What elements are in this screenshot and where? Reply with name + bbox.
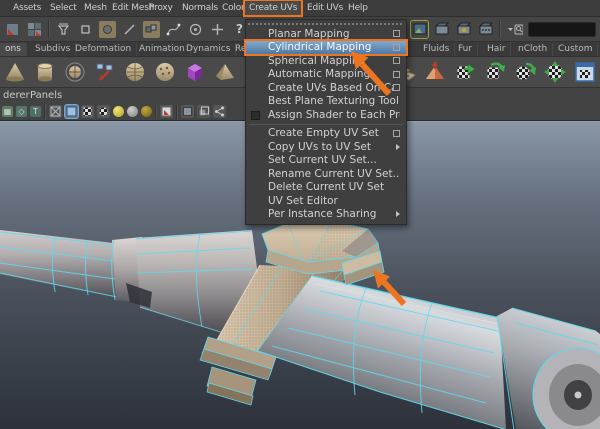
lasso-mask-icon[interactable]: ◇	[16, 106, 27, 117]
light-olive-icon[interactable]	[141, 106, 152, 117]
menu-help[interactable]: Help	[344, 1, 372, 15]
menu-bar: Assets Select Mesh Edit Mesh Proxy Norma…	[0, 0, 600, 17]
paint-mask-icon[interactable]: T	[30, 106, 41, 117]
menu-edit-uvs[interactable]: Edit UVs	[303, 1, 347, 15]
menu-create-uvs[interactable]: Create UVs	[242, 0, 304, 17]
menu-separator	[249, 123, 403, 125]
share-icon[interactable]	[213, 105, 226, 118]
menu-item-cylindrical-mapping[interactable]: Cylindrical Mapping	[246, 40, 406, 54]
submenu-arrow-icon	[396, 143, 400, 150]
menu-select[interactable]: Select	[46, 1, 81, 15]
snap-squares-icon[interactable]	[143, 20, 160, 38]
tab-dynamics[interactable]: Dynamics	[181, 43, 237, 56]
menu-color[interactable]: Color	[218, 1, 249, 15]
poly-sphere-icon[interactable]	[122, 59, 148, 85]
menu-mesh[interactable]: Mesh	[80, 1, 111, 15]
tab-hair[interactable]: Hair	[482, 43, 512, 56]
poly-sphere-wire-icon[interactable]	[62, 59, 88, 85]
light-gray-icon[interactable]	[127, 106, 138, 117]
panel-menu-panels[interactable]: Panels	[30, 89, 62, 102]
scene-icon[interactable]	[4, 21, 21, 38]
option-box-icon[interactable]	[393, 30, 400, 38]
menu-item-planar-mapping[interactable]: Planar Mapping	[246, 27, 406, 41]
poly-pyramid-icon[interactable]	[212, 59, 238, 85]
render-view-icon[interactable]	[411, 21, 428, 38]
separator	[176, 104, 178, 119]
platonic-solid-icon[interactable]	[422, 59, 448, 85]
move-cross-icon[interactable]	[209, 21, 226, 38]
submenu-arrow-icon	[396, 211, 400, 218]
automatic-mapping-icon[interactable]	[542, 59, 568, 85]
menu-item-create-uvs-based-on-camera[interactable]: Create UVs Based On Camera	[246, 81, 406, 95]
menu-item-spherical-mapping[interactable]: Spherical Mapping	[246, 54, 406, 68]
layouts-icon[interactable]	[26, 21, 43, 38]
checker-ball-icon[interactable]	[97, 105, 110, 118]
tab-deformation[interactable]: Deformation	[70, 43, 138, 56]
menu-item-delete-current-uv-set[interactable]: Delete Current UV Set	[246, 181, 406, 195]
spherical-mapping-icon[interactable]	[512, 59, 538, 85]
poly-verts-icon[interactable]	[92, 59, 118, 85]
light-yellow-icon[interactable]	[113, 106, 124, 117]
menu-item-create-empty-uv-set[interactable]: Create Empty UV Set	[246, 127, 406, 141]
separator	[48, 20, 50, 38]
tab-fluids[interactable]: Fluids	[418, 43, 456, 56]
separator	[155, 104, 157, 119]
separator	[499, 20, 501, 38]
menu-item-best-plane-texturing-tool[interactable]: Best Plane Texturing Tool	[246, 95, 406, 109]
menu-item-assign-shader-to-each-projection[interactable]: Assign Shader to Each Projection	[246, 108, 406, 122]
panel-menu-renderer[interactable]: derer	[3, 89, 30, 102]
option-box-icon[interactable]	[393, 129, 400, 137]
poly-cube-purple-icon[interactable]	[182, 59, 208, 85]
checkbox-icon[interactable]	[251, 110, 260, 120]
slash-icon[interactable]	[121, 21, 138, 38]
menu-item-per-instance-sharing[interactable]: Per Instance Sharing	[246, 208, 406, 222]
separator	[44, 104, 46, 119]
wireframe-cube-icon[interactable]	[49, 105, 62, 118]
render-frame-icon[interactable]	[433, 21, 450, 38]
planar-mapping-icon[interactable]	[452, 59, 478, 85]
snap-circle-icon[interactable]	[99, 20, 116, 38]
menu-item-uv-set-editor[interactable]: UV Set Editor	[246, 194, 406, 208]
option-box-icon[interactable]	[393, 84, 400, 92]
render-settings-icon[interactable]	[477, 21, 494, 38]
poly-sphere-textured-icon[interactable]	[152, 59, 178, 85]
snap-grid-icon[interactable]	[77, 21, 94, 38]
render-group	[411, 20, 596, 38]
ipr-render-icon[interactable]	[455, 21, 472, 38]
search-input[interactable]	[528, 21, 596, 37]
poly-cylinder-icon[interactable]	[32, 59, 58, 85]
tab-fur[interactable]: Fur	[453, 43, 479, 56]
uv-editor-icon[interactable]	[572, 59, 598, 85]
tab-ncloth[interactable]: nCloth	[513, 43, 554, 56]
menu-assets[interactable]: Assets	[9, 1, 45, 15]
menu-item-copy-uvs-to-uv-set[interactable]: Copy UVs to UV Set	[246, 140, 406, 154]
option-box-icon[interactable]	[393, 70, 400, 78]
cylindrical-mapping-icon[interactable]	[482, 59, 508, 85]
option-box-icon[interactable]	[393, 57, 400, 65]
textured-cube-icon[interactable]	[81, 105, 94, 118]
snap-funnel-icon[interactable]	[55, 21, 72, 38]
curve-points-icon[interactable]	[165, 21, 182, 38]
menu-item-rename-current-uv-set[interactable]: Rename Current UV Set...	[246, 167, 406, 181]
isolate-select-icon[interactable]	[160, 105, 173, 118]
create-uvs-dropdown: Planar Mapping Cylindrical Mapping Spher…	[245, 19, 407, 225]
menu-normals[interactable]: Normals	[178, 1, 222, 15]
shaded-cube-icon[interactable]	[65, 105, 78, 118]
cube-b-icon[interactable]	[197, 105, 210, 118]
select-mask-icon[interactable]: ▦	[2, 106, 13, 117]
filter-dropdown-icon[interactable]	[506, 21, 523, 38]
menu-item-automatic-mapping[interactable]: Automatic Mapping	[246, 68, 406, 82]
circle-dot-icon[interactable]	[187, 21, 204, 38]
poly-cone-icon[interactable]	[2, 59, 28, 85]
tab-custom[interactable]: Custom	[553, 43, 599, 56]
maya-window: Assets Select Mesh Edit Mesh Proxy Norma…	[0, 0, 600, 429]
tab-polygons[interactable]: ons	[0, 43, 27, 56]
menu-item-set-current-uv-set[interactable]: Set Current UV Set...	[246, 154, 406, 168]
cube-a-icon[interactable]	[181, 105, 194, 118]
option-box-icon[interactable]	[393, 43, 400, 51]
menu-proxy[interactable]: Proxy	[145, 1, 177, 15]
